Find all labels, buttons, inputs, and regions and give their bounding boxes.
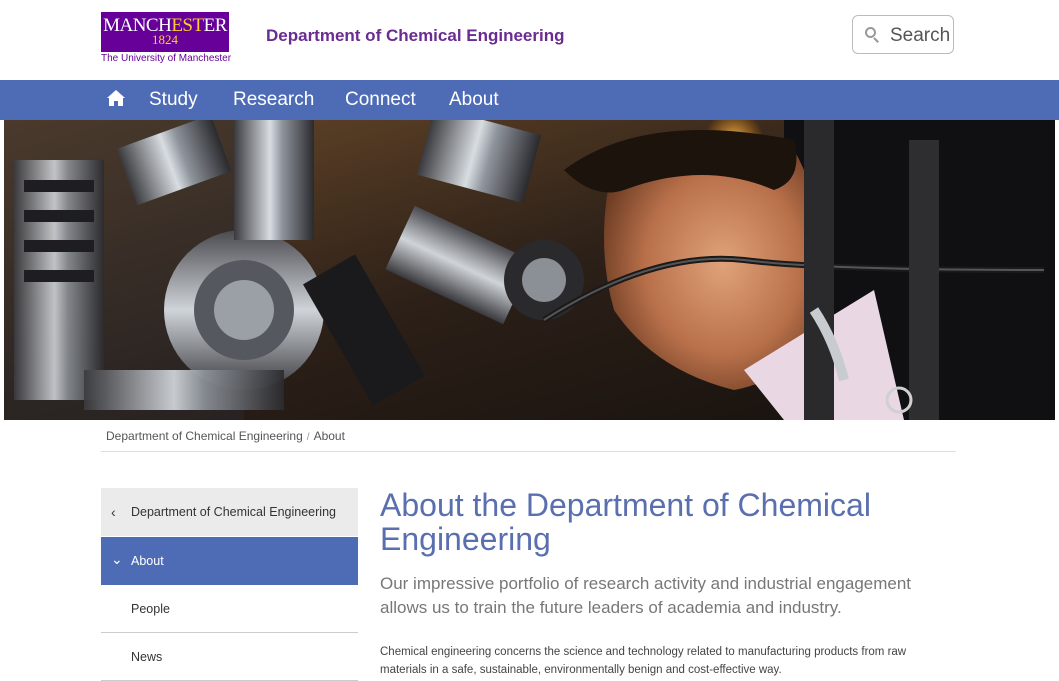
nav-item-connect[interactable]: Connect xyxy=(345,89,416,111)
lead-paragraph: Our impressive portfolio of research act… xyxy=(380,574,912,617)
nav-item-study[interactable]: Study xyxy=(149,89,198,111)
main-navigation: Study Research Connect About xyxy=(0,80,1059,120)
site-header: MANCHESTER 1824 The University of Manche… xyxy=(0,0,1059,80)
sidebar-item-label: Department of Chemical Engineering xyxy=(131,505,336,519)
breadcrumb-current-about: About xyxy=(313,429,345,443)
chevron-left-icon: ‹ xyxy=(111,504,116,520)
hero-image xyxy=(4,120,1055,420)
sidebar-item-label: News xyxy=(131,650,163,664)
breadcrumb-divider xyxy=(101,451,956,452)
sidebar-item-people[interactable]: People xyxy=(101,586,358,633)
page-title: About the Department of Chemical Enginee… xyxy=(380,487,871,557)
logo-subtitle: The University of Manchester xyxy=(101,53,232,64)
breadcrumb: Department of Chemical Engineering / About xyxy=(106,428,345,446)
search-label: Search xyxy=(890,25,951,46)
breadcrumb-separator: / xyxy=(306,432,310,443)
search-button[interactable]: Search xyxy=(852,15,954,54)
nav-item-about[interactable]: About xyxy=(449,89,499,111)
breadcrumb-link-department[interactable]: Department of Chemical Engineering xyxy=(106,429,303,443)
department-title-link[interactable]: Department of Chemical Engineering xyxy=(266,25,565,47)
chevron-down-icon: ⌄ xyxy=(111,551,123,567)
sidebar-item-parent-department[interactable]: ‹ Department of Chemical Engineering xyxy=(101,488,358,536)
nav-item-research[interactable]: Research xyxy=(233,89,314,111)
main-content: About the Department of Chemical Enginee… xyxy=(380,487,960,676)
sidebar-item-about[interactable]: ⌄ About xyxy=(101,537,358,585)
university-logo[interactable]: MANCHESTER 1824 xyxy=(101,12,229,52)
hero-photo-researcher-at-equipment xyxy=(4,120,1055,420)
body-paragraph: Chemical engineering concerns the scienc… xyxy=(380,646,907,676)
sidebar-item-news[interactable]: News xyxy=(101,634,358,681)
logo-year: 1824 xyxy=(152,32,178,47)
sidebar-item-label: People xyxy=(131,602,170,616)
sidebar-item-label: About xyxy=(131,554,164,568)
home-icon[interactable] xyxy=(106,89,126,107)
